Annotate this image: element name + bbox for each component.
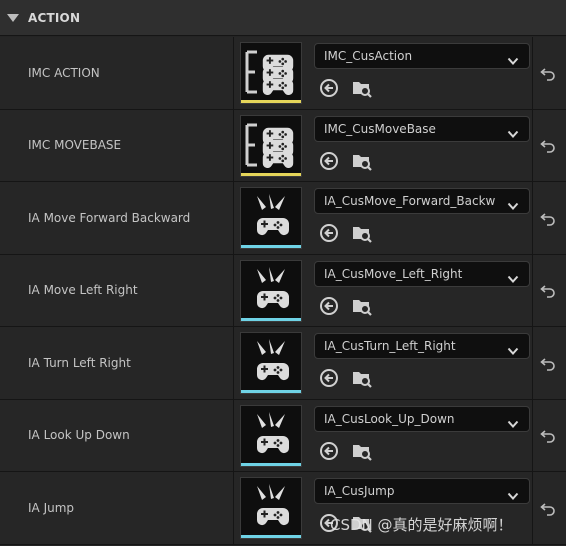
property-label: IA Move Forward Backward xyxy=(28,210,191,225)
folder-search-icon[interactable] xyxy=(351,367,373,389)
arrow-left-circle-icon[interactable] xyxy=(318,367,340,389)
property-row: IMC ACTION IMC_CusAction xyxy=(0,37,566,110)
asset-thumbnail[interactable] xyxy=(240,477,302,539)
asset-thumbnail[interactable] xyxy=(240,404,302,467)
column-divider xyxy=(532,37,533,109)
asset-picker-combo[interactable]: IA_CusMove_Forward_Backw xyxy=(314,188,530,214)
folder-search-icon[interactable] xyxy=(351,295,373,317)
reset-arrow-icon[interactable] xyxy=(539,281,557,299)
folder-search-icon[interactable] xyxy=(351,440,373,462)
column-divider xyxy=(532,254,533,326)
asset-picker-value: IMC_CusMoveBase xyxy=(324,121,436,136)
label-cell: IA Turn Left Right xyxy=(0,327,234,399)
reset-arrow-icon[interactable] xyxy=(539,354,557,372)
column-divider xyxy=(532,327,533,399)
folder-search-icon[interactable] xyxy=(351,150,373,172)
reset-arrow-icon[interactable] xyxy=(539,499,557,517)
asset-type-bar xyxy=(241,245,301,248)
section-title: ACTION xyxy=(28,11,81,25)
asset-thumbnail[interactable] xyxy=(240,259,302,322)
asset-type-bar xyxy=(241,172,301,176)
asset-picker-value: IA_CusMove_Forward_Backw xyxy=(324,194,496,208)
column-divider xyxy=(532,399,533,471)
chevron-down-icon xyxy=(507,124,519,143)
reset-arrow-icon[interactable] xyxy=(539,209,557,227)
column-divider xyxy=(532,109,533,181)
asset-thumbnail[interactable] xyxy=(240,187,302,249)
section-header-action[interactable]: ACTION xyxy=(0,0,566,36)
property-label: IMC ACTION xyxy=(28,65,100,80)
property-label: IA Jump xyxy=(28,500,75,515)
column-divider xyxy=(532,472,533,544)
asset-picker-combo[interactable]: IMC_CusAction xyxy=(314,43,530,69)
asset-picker-combo[interactable]: IA_CusMove_Left_Right xyxy=(314,260,530,288)
column-divider xyxy=(532,182,533,254)
property-rows: IMC ACTION IMC_CusAction IMC MOVEBASE IMC_C… xyxy=(0,37,566,545)
arrow-left-circle-icon[interactable] xyxy=(318,150,340,172)
asset-picker-value: IMC_CusAction xyxy=(324,49,413,63)
label-cell: IMC ACTION xyxy=(0,37,234,109)
property-label: IA Look Up Down xyxy=(28,428,130,443)
label-cell: IA Move Left Right xyxy=(0,254,234,326)
property-label: IMC MOVEBASE xyxy=(28,138,122,153)
property-row: IA Look Up Down IA_CusLook_Up_Down xyxy=(0,399,566,472)
reset-arrow-icon[interactable] xyxy=(539,136,557,154)
property-row: IA Turn Left Right IA_CusTurn_Left_Right xyxy=(0,327,566,400)
label-cell: IA Move Forward Backward xyxy=(0,182,234,254)
reset-arrow-icon[interactable] xyxy=(539,426,557,444)
asset-type-bar xyxy=(241,317,301,321)
asset-picker-value: IA_CusTurn_Left_Right xyxy=(324,339,456,353)
arrow-left-circle-icon[interactable] xyxy=(318,222,340,244)
chevron-down-icon xyxy=(507,51,519,70)
chevron-down-icon xyxy=(507,414,519,433)
asset-picker-combo[interactable]: IA_CusTurn_Left_Right xyxy=(314,333,530,359)
property-label: IA Move Left Right xyxy=(28,283,138,298)
asset-type-bar xyxy=(241,390,301,393)
chevron-down-icon xyxy=(507,196,519,215)
triangle-down-icon[interactable] xyxy=(7,14,19,22)
folder-search-icon[interactable] xyxy=(351,77,373,99)
property-row: IA Move Left Right IA_CusMove_Left_Right xyxy=(0,254,566,327)
asset-type-bar xyxy=(241,100,301,103)
chevron-down-icon xyxy=(507,486,519,505)
reset-arrow-icon[interactable] xyxy=(539,64,557,82)
asset-picker-value: IA_CusLook_Up_Down xyxy=(324,411,455,426)
property-row: IMC MOVEBASE IMC_CusMoveBase xyxy=(0,109,566,182)
chevron-down-icon xyxy=(507,341,519,360)
watermark: CSDN @真的是好麻烦啊！ xyxy=(330,516,513,534)
asset-thumbnail[interactable] xyxy=(240,332,302,394)
chevron-down-icon xyxy=(507,269,519,288)
asset-thumbnail[interactable] xyxy=(240,114,302,177)
asset-picker-combo[interactable]: IA_CusJump xyxy=(314,478,530,504)
asset-type-bar xyxy=(241,462,301,466)
arrow-left-circle-icon[interactable] xyxy=(318,295,340,317)
asset-picker-value: IA_CusJump xyxy=(324,484,395,498)
folder-search-icon[interactable] xyxy=(351,222,373,244)
label-cell: IA Look Up Down xyxy=(0,399,234,471)
asset-thumbnail[interactable] xyxy=(240,42,302,104)
property-label: IA Turn Left Right xyxy=(28,355,131,370)
label-cell: IMC MOVEBASE xyxy=(0,109,234,181)
label-cell: IA Jump xyxy=(0,472,234,544)
asset-picker-value: IA_CusMove_Left_Right xyxy=(324,266,463,281)
property-row: IA Move Forward Backward IA_CusMove_Forwa… xyxy=(0,182,566,255)
asset-type-bar xyxy=(241,535,301,538)
arrow-left-circle-icon[interactable] xyxy=(318,77,340,99)
asset-picker-combo[interactable]: IA_CusLook_Up_Down xyxy=(314,405,530,433)
asset-picker-combo[interactable]: IMC_CusMoveBase xyxy=(314,115,530,143)
arrow-left-circle-icon[interactable] xyxy=(318,440,340,462)
